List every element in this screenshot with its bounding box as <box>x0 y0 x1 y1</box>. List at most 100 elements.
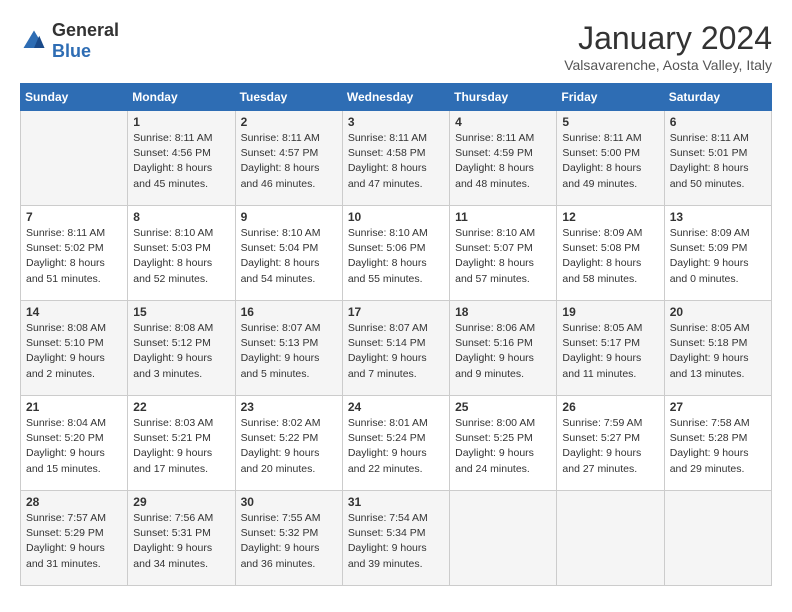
day-number: 31 <box>348 495 444 509</box>
calendar-cell: 3 Sunrise: 8:11 AMSunset: 4:58 PMDaylight… <box>342 111 449 206</box>
calendar-cell: 29 Sunrise: 7:56 AMSunset: 5:31 PMDayligh… <box>128 491 235 586</box>
calendar-cell: 7 Sunrise: 8:11 AMSunset: 5:02 PMDaylight… <box>21 206 128 301</box>
calendar-cell: 25 Sunrise: 8:00 AMSunset: 5:25 PMDayligh… <box>450 396 557 491</box>
calendar-subtitle: Valsavarenche, Aosta Valley, Italy <box>564 57 772 73</box>
calendar-cell: 28 Sunrise: 7:57 AMSunset: 5:29 PMDayligh… <box>21 491 128 586</box>
day-info: Sunrise: 8:00 AMSunset: 5:25 PMDaylight:… <box>455 416 551 477</box>
calendar-cell: 24 Sunrise: 8:01 AMSunset: 5:24 PMDayligh… <box>342 396 449 491</box>
logo: General Blue <box>20 20 119 62</box>
weekday-header-wednesday: Wednesday <box>342 84 449 111</box>
day-number: 10 <box>348 210 444 224</box>
calendar-cell <box>21 111 128 206</box>
calendar-cell: 27Sunrise: 7:58 AMSunset: 5:28 PMDayligh… <box>664 396 771 491</box>
weekday-header-thursday: Thursday <box>450 84 557 111</box>
calendar-week-row: 28 Sunrise: 7:57 AMSunset: 5:29 PMDayligh… <box>21 491 772 586</box>
day-info: Sunrise: 7:56 AMSunset: 5:31 PMDaylight:… <box>133 511 229 572</box>
calendar-week-row: 1 Sunrise: 8:11 AMSunset: 4:56 PMDaylight… <box>21 111 772 206</box>
day-info: Sunrise: 8:10 AMSunset: 5:06 PMDaylight:… <box>348 226 444 287</box>
day-number: 14 <box>26 305 122 319</box>
calendar-cell: 11 Sunrise: 8:10 AMSunset: 5:07 PMDayligh… <box>450 206 557 301</box>
calendar-week-row: 7 Sunrise: 8:11 AMSunset: 5:02 PMDaylight… <box>21 206 772 301</box>
day-info: Sunrise: 8:03 AMSunset: 5:21 PMDaylight:… <box>133 416 229 477</box>
day-number: 27 <box>670 400 766 414</box>
day-number: 18 <box>455 305 551 319</box>
day-number: 9 <box>241 210 337 224</box>
calendar-cell: 26Sunrise: 7:59 AMSunset: 5:27 PMDayligh… <box>557 396 664 491</box>
day-number: 3 <box>348 115 444 129</box>
calendar-cell: 16Sunrise: 8:07 AMSunset: 5:13 PMDayligh… <box>235 301 342 396</box>
day-number: 28 <box>26 495 122 509</box>
day-number: 21 <box>26 400 122 414</box>
calendar-cell: 15 Sunrise: 8:08 AMSunset: 5:12 PMDayligh… <box>128 301 235 396</box>
logo-blue: Blue <box>52 41 91 61</box>
day-number: 5 <box>562 115 658 129</box>
calendar-title: January 2024 <box>564 20 772 57</box>
day-info: Sunrise: 8:11 AMSunset: 4:59 PMDaylight:… <box>455 131 551 192</box>
calendar-cell: 1 Sunrise: 8:11 AMSunset: 4:56 PMDaylight… <box>128 111 235 206</box>
calendar-cell: 30 Sunrise: 7:55 AMSunset: 5:32 PMDayligh… <box>235 491 342 586</box>
calendar-cell: 4 Sunrise: 8:11 AMSunset: 4:59 PMDaylight… <box>450 111 557 206</box>
calendar-cell: 14Sunrise: 8:08 AMSunset: 5:10 PMDayligh… <box>21 301 128 396</box>
day-number: 29 <box>133 495 229 509</box>
day-info: Sunrise: 8:10 AMSunset: 5:03 PMDaylight:… <box>133 226 229 287</box>
day-number: 17 <box>348 305 444 319</box>
calendar-week-row: 14Sunrise: 8:08 AMSunset: 5:10 PMDayligh… <box>21 301 772 396</box>
logo-general: General <box>52 20 119 40</box>
day-info: Sunrise: 7:54 AMSunset: 5:34 PMDaylight:… <box>348 511 444 572</box>
calendar-cell: 9 Sunrise: 8:10 AMSunset: 5:04 PMDaylight… <box>235 206 342 301</box>
day-number: 15 <box>133 305 229 319</box>
calendar-cell <box>450 491 557 586</box>
weekday-header-saturday: Saturday <box>664 84 771 111</box>
day-number: 23 <box>241 400 337 414</box>
weekday-header-monday: Monday <box>128 84 235 111</box>
day-info: Sunrise: 8:09 AMSunset: 5:08 PMDaylight:… <box>562 226 658 287</box>
calendar-cell: 5Sunrise: 8:11 AMSunset: 5:00 PMDaylight… <box>557 111 664 206</box>
day-number: 1 <box>133 115 229 129</box>
day-number: 12 <box>562 210 658 224</box>
day-number: 2 <box>241 115 337 129</box>
day-info: Sunrise: 8:10 AMSunset: 5:07 PMDaylight:… <box>455 226 551 287</box>
day-number: 4 <box>455 115 551 129</box>
calendar-cell: 23Sunrise: 8:02 AMSunset: 5:22 PMDayligh… <box>235 396 342 491</box>
calendar-cell: 17Sunrise: 8:07 AMSunset: 5:14 PMDayligh… <box>342 301 449 396</box>
day-info: Sunrise: 7:59 AMSunset: 5:27 PMDaylight:… <box>562 416 658 477</box>
calendar-cell: 20 Sunrise: 8:05 AMSunset: 5:18 PMDayligh… <box>664 301 771 396</box>
calendar-cell: 22 Sunrise: 8:03 AMSunset: 5:21 PMDayligh… <box>128 396 235 491</box>
calendar-week-row: 21 Sunrise: 8:04 AMSunset: 5:20 PMDayligh… <box>21 396 772 491</box>
day-info: Sunrise: 8:11 AMSunset: 4:57 PMDaylight:… <box>241 131 337 192</box>
day-info: Sunrise: 8:11 AMSunset: 4:58 PMDaylight:… <box>348 131 444 192</box>
calendar-cell <box>557 491 664 586</box>
calendar-cell: 21 Sunrise: 8:04 AMSunset: 5:20 PMDayligh… <box>21 396 128 491</box>
logo-icon <box>20 27 48 55</box>
calendar-cell: 18 Sunrise: 8:06 AMSunset: 5:16 PMDayligh… <box>450 301 557 396</box>
calendar-table: SundayMondayTuesdayWednesdayThursdayFrid… <box>20 83 772 586</box>
day-info: Sunrise: 7:57 AMSunset: 5:29 PMDaylight:… <box>26 511 122 572</box>
calendar-cell: 10 Sunrise: 8:10 AMSunset: 5:06 PMDayligh… <box>342 206 449 301</box>
day-info: Sunrise: 8:04 AMSunset: 5:20 PMDaylight:… <box>26 416 122 477</box>
day-number: 6 <box>670 115 766 129</box>
day-info: Sunrise: 8:08 AMSunset: 5:12 PMDaylight:… <box>133 321 229 382</box>
day-number: 7 <box>26 210 122 224</box>
day-info: Sunrise: 8:11 AMSunset: 5:02 PMDaylight:… <box>26 226 122 287</box>
calendar-cell: 31 Sunrise: 7:54 AMSunset: 5:34 PMDayligh… <box>342 491 449 586</box>
day-number: 16 <box>241 305 337 319</box>
day-info: Sunrise: 7:55 AMSunset: 5:32 PMDaylight:… <box>241 511 337 572</box>
day-info: Sunrise: 8:01 AMSunset: 5:24 PMDaylight:… <box>348 416 444 477</box>
calendar-cell: 13Sunrise: 8:09 AMSunset: 5:09 PMDayligh… <box>664 206 771 301</box>
title-section: January 2024 Valsavarenche, Aosta Valley… <box>564 20 772 73</box>
day-number: 24 <box>348 400 444 414</box>
day-number: 30 <box>241 495 337 509</box>
day-number: 13 <box>670 210 766 224</box>
day-info: Sunrise: 8:05 AMSunset: 5:18 PMDaylight:… <box>670 321 766 382</box>
weekday-header-row: SundayMondayTuesdayWednesdayThursdayFrid… <box>21 84 772 111</box>
day-number: 22 <box>133 400 229 414</box>
day-number: 25 <box>455 400 551 414</box>
day-info: Sunrise: 8:06 AMSunset: 5:16 PMDaylight:… <box>455 321 551 382</box>
day-info: Sunrise: 8:05 AMSunset: 5:17 PMDaylight:… <box>562 321 658 382</box>
weekday-header-tuesday: Tuesday <box>235 84 342 111</box>
day-info: Sunrise: 8:11 AMSunset: 4:56 PMDaylight:… <box>133 131 229 192</box>
day-info: Sunrise: 8:10 AMSunset: 5:04 PMDaylight:… <box>241 226 337 287</box>
day-number: 20 <box>670 305 766 319</box>
day-number: 19 <box>562 305 658 319</box>
day-number: 11 <box>455 210 551 224</box>
